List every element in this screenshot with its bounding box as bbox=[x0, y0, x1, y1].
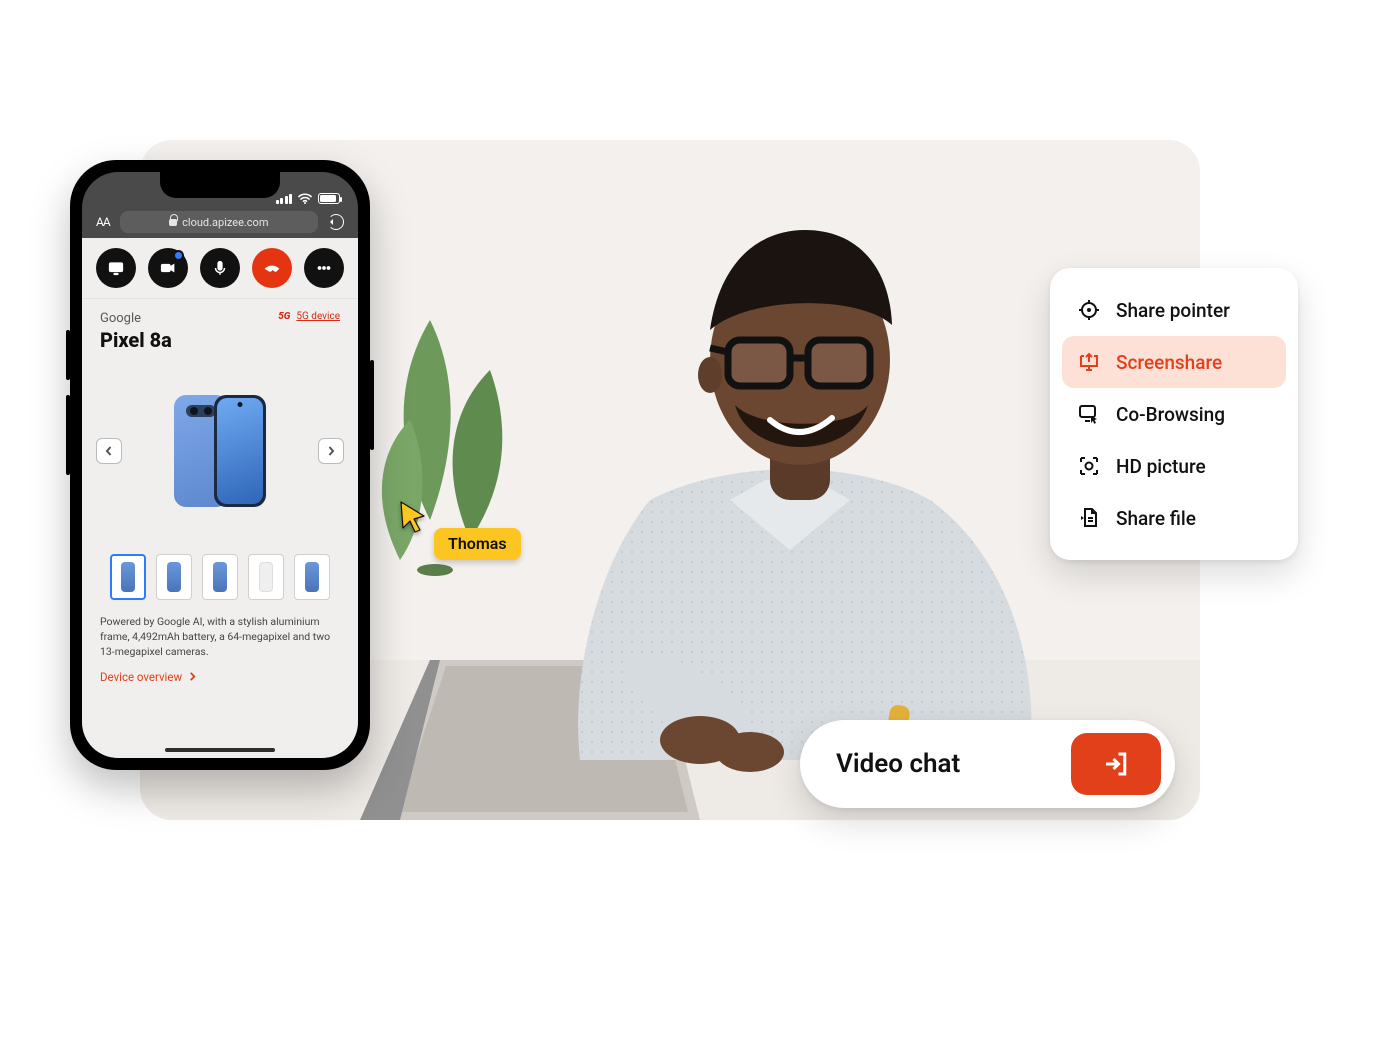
share-menu-item-label: HD picture bbox=[1116, 455, 1206, 478]
remote-cursor-label: Thomas bbox=[434, 528, 521, 560]
mic-toggle-button[interactable] bbox=[200, 248, 240, 288]
product-hero-image bbox=[174, 395, 266, 507]
network-label: 5G device bbox=[296, 311, 340, 322]
share-menu-item-cobrowsing[interactable]: Co-Browsing bbox=[1062, 388, 1286, 440]
product-description: Powered by Google AI, with a stylish alu… bbox=[100, 614, 340, 660]
crosshair-icon bbox=[1076, 297, 1102, 323]
url-text: cloud.apizee.com bbox=[182, 216, 268, 229]
phone-mockup: AA cloud.apizee.com bbox=[70, 160, 370, 770]
thumbnail[interactable] bbox=[110, 554, 146, 600]
lock-icon bbox=[169, 217, 177, 227]
overview-label: Device overview bbox=[100, 670, 182, 684]
remote-cursor-icon bbox=[398, 500, 428, 538]
thumbnail[interactable] bbox=[202, 554, 238, 600]
more-options-button[interactable] bbox=[304, 248, 344, 288]
screenshare-icon bbox=[1076, 349, 1102, 375]
product-page: Google 5G 5G device Pixel 8a bbox=[82, 299, 358, 758]
battery-icon bbox=[318, 193, 340, 204]
share-menu-item-hdpicture[interactable]: HD picture bbox=[1062, 440, 1286, 492]
share-menu-item-label: Share pointer bbox=[1116, 299, 1230, 322]
share-menu-item-label: Share file bbox=[1116, 507, 1196, 530]
network-badge[interactable]: 5G 5G device bbox=[278, 311, 340, 322]
hangup-button[interactable] bbox=[252, 248, 292, 288]
share-menu-item-label: Screenshare bbox=[1116, 351, 1222, 374]
thumbnail[interactable] bbox=[294, 554, 330, 600]
enter-icon bbox=[1101, 749, 1131, 779]
home-indicator[interactable] bbox=[165, 748, 275, 752]
video-chat-start-button[interactable] bbox=[1071, 733, 1161, 795]
video-chat-label: Video chat bbox=[836, 749, 960, 779]
video-chat-launcher: Video chat bbox=[800, 720, 1175, 808]
share-menu-item-pointer[interactable]: Share pointer bbox=[1062, 284, 1286, 336]
browser-navbar: AA cloud.apizee.com bbox=[82, 206, 358, 238]
screen-toggle-button[interactable] bbox=[96, 248, 136, 288]
capture-icon bbox=[1076, 453, 1102, 479]
thumbnail[interactable] bbox=[248, 554, 284, 600]
product-gallery bbox=[100, 366, 340, 536]
product-thumbnails bbox=[100, 554, 340, 600]
status-dot-icon bbox=[175, 252, 182, 259]
call-controls bbox=[82, 238, 358, 299]
text-size-control[interactable]: AA bbox=[96, 215, 110, 229]
cobrowse-icon bbox=[1076, 401, 1102, 427]
wifi-icon bbox=[298, 193, 312, 204]
signal-icon bbox=[276, 194, 293, 204]
gallery-prev-button[interactable] bbox=[96, 438, 122, 464]
product-brand: Google bbox=[100, 311, 141, 326]
file-share-icon bbox=[1076, 505, 1102, 531]
product-name: Pixel 8a bbox=[100, 328, 340, 352]
5g-icon: 5G bbox=[278, 311, 290, 322]
device-overview-link[interactable]: Device overview bbox=[100, 670, 340, 684]
camera-toggle-button[interactable] bbox=[148, 248, 188, 288]
thumbnail[interactable] bbox=[156, 554, 192, 600]
url-bar[interactable]: cloud.apizee.com bbox=[120, 211, 318, 233]
share-menu-item-sharefile[interactable]: Share file bbox=[1062, 492, 1286, 544]
reload-icon[interactable] bbox=[328, 214, 344, 230]
share-menu-item-screenshare[interactable]: Screenshare bbox=[1062, 336, 1286, 388]
share-menu: Share pointer Screenshare Co-Browsing HD… bbox=[1050, 268, 1298, 560]
share-menu-item-label: Co-Browsing bbox=[1116, 403, 1225, 426]
chevron-right-icon bbox=[188, 672, 197, 681]
gallery-next-button[interactable] bbox=[318, 438, 344, 464]
